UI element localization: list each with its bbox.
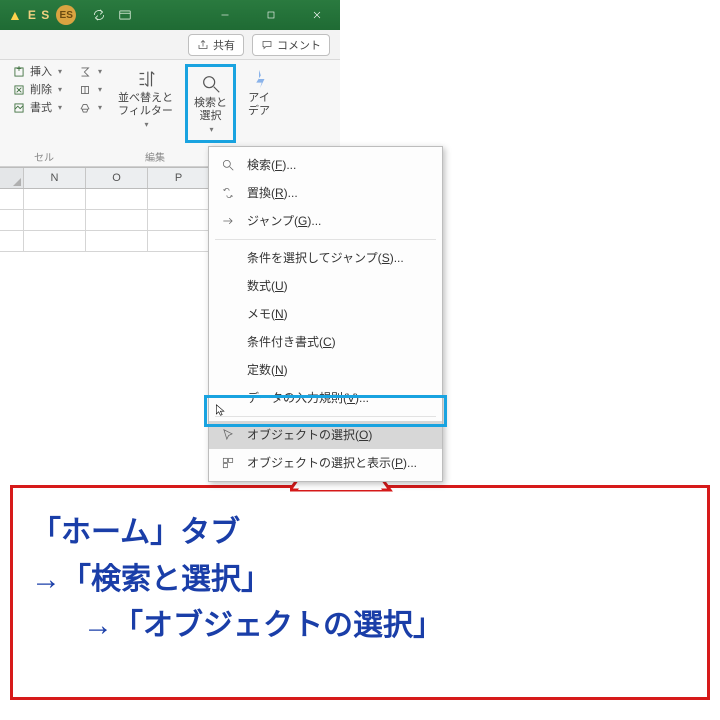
column-header[interactable]: N xyxy=(24,168,86,188)
menu-goto[interactable]: ジャンプ(G)... xyxy=(209,207,442,235)
worksheet[interactable]: N O P xyxy=(0,167,212,252)
ideas-label: アイ デア xyxy=(248,92,270,118)
chevron-down-icon: ▾ xyxy=(210,123,214,136)
find-select-highlight: 検索と 選択 ▾ xyxy=(185,64,236,143)
cursor-icon xyxy=(214,403,228,422)
menu-separator xyxy=(215,416,436,417)
menu-replace[interactable]: 置換(R)... xyxy=(209,179,442,207)
autosum-button[interactable]: ▾ xyxy=(74,64,106,80)
ribbon-display-icon[interactable] xyxy=(118,8,132,22)
user-badge: ES xyxy=(56,5,76,25)
chevron-down-icon: ▾ xyxy=(98,83,102,97)
warning-icon: ▲ xyxy=(8,7,22,23)
menu-goto-special[interactable]: 条件を選択してジャンプ(S)... xyxy=(209,244,442,272)
replace-icon xyxy=(219,186,237,200)
menu-validation-label: データの入力規則(V)... xyxy=(247,389,369,407)
close-button[interactable] xyxy=(294,0,340,30)
menu-constants[interactable]: 定数(N) xyxy=(209,356,442,384)
share-bar: 共有 コメント xyxy=(0,30,340,60)
comment-label: コメント xyxy=(277,37,321,53)
chevron-down-icon: ▾ xyxy=(58,101,62,115)
ideas-button[interactable]: アイ デア xyxy=(244,64,274,120)
menu-formulas[interactable]: 数式(U) xyxy=(209,272,442,300)
cells-group: 挿入 ▾ 削除 ▾ 書式 ▾ xyxy=(8,64,66,116)
instruction-callout: 「ホーム」タブ →「検索と選択」 →「オブジェクトの選択」 xyxy=(10,485,710,700)
delete-button[interactable]: 削除 ▾ xyxy=(8,82,66,98)
menu-selection-pane-label: オブジェクトの選択と表示(P)... xyxy=(247,454,417,472)
minimize-button[interactable] xyxy=(202,0,248,30)
format-label: 書式 xyxy=(30,101,52,115)
sort-filter-label: 並べ替えと フィルター xyxy=(118,92,173,118)
menu-select-objects[interactable]: オブジェクトの選択(O) xyxy=(209,421,442,449)
find-select-button[interactable]: 検索と 選択 ▾ xyxy=(190,69,231,138)
chevron-down-icon: ▾ xyxy=(98,101,102,115)
menu-selection-pane[interactable]: オブジェクトの選択と表示(P)... xyxy=(209,449,442,477)
select-all-corner[interactable] xyxy=(0,168,24,188)
menu-formulas-label: 数式(U) xyxy=(247,277,288,295)
chevron-down-icon: ▾ xyxy=(58,83,62,97)
column-header[interactable]: P xyxy=(148,168,210,188)
menu-separator xyxy=(215,239,436,240)
selection-pane-icon xyxy=(219,456,237,470)
find-select-label: 検索と 選択 xyxy=(194,97,227,123)
menu-cond-format-label: 条件付き書式(C) xyxy=(247,333,336,351)
row-header[interactable] xyxy=(0,189,24,210)
menu-validation[interactable]: データの入力規則(V)... xyxy=(209,384,442,412)
column-header[interactable]: O xyxy=(86,168,148,188)
insert-label: 挿入 xyxy=(30,65,52,79)
menu-notes[interactable]: メモ(N) xyxy=(209,300,442,328)
comment-button[interactable]: コメント xyxy=(252,34,330,56)
chevron-down-icon: ▾ xyxy=(145,118,149,131)
editing-small-group: ▾ ▾ ▾ xyxy=(74,64,106,116)
clear-button[interactable]: ▾ xyxy=(74,100,106,116)
chevron-down-icon: ▾ xyxy=(58,65,62,79)
pointer-icon xyxy=(219,428,237,442)
arrow-right-icon xyxy=(219,214,237,228)
insert-button[interactable]: 挿入 ▾ xyxy=(8,64,66,80)
group-label-cells: セル xyxy=(8,149,80,164)
callout-line-2: →「検索と選択」 xyxy=(31,557,689,604)
sort-filter-button[interactable]: 並べ替えと フィルター ▾ xyxy=(114,64,177,133)
fill-button[interactable]: ▾ xyxy=(74,82,106,98)
menu-goto-label: ジャンプ(G)... xyxy=(247,212,321,230)
delete-label: 削除 xyxy=(30,83,52,97)
title-bar: ▲ E S ES xyxy=(0,0,340,30)
share-button[interactable]: 共有 xyxy=(188,34,244,56)
maximize-button[interactable] xyxy=(248,0,294,30)
menu-find-label: 検索(F)... xyxy=(247,156,296,174)
menu-goto-special-label: 条件を選択してジャンプ(S)... xyxy=(247,249,404,267)
share-label: 共有 xyxy=(213,37,235,53)
menu-constants-label: 定数(N) xyxy=(247,361,288,379)
autosave-icon[interactable] xyxy=(92,8,106,22)
callout-line-1: 「ホーム」タブ xyxy=(31,510,689,557)
menu-replace-label: 置換(R)... xyxy=(247,184,298,202)
menu-notes-label: メモ(N) xyxy=(247,305,288,323)
menu-cond-format[interactable]: 条件付き書式(C) xyxy=(209,328,442,356)
user-initials: E S xyxy=(28,8,50,22)
search-icon xyxy=(219,158,237,172)
find-select-menu: 検索(F)... 置換(R)... ジャンプ(G)... 条件を選択してジャンプ… xyxy=(208,146,443,482)
callout-line-3: →「オブジェクトの選択」 xyxy=(83,603,689,650)
format-button[interactable]: 書式 ▾ xyxy=(8,100,66,116)
chevron-down-icon: ▾ xyxy=(98,65,102,79)
cell[interactable] xyxy=(24,189,86,210)
menu-find[interactable]: 検索(F)... xyxy=(209,151,442,179)
menu-select-objects-label: オブジェクトの選択(O) xyxy=(247,426,372,444)
